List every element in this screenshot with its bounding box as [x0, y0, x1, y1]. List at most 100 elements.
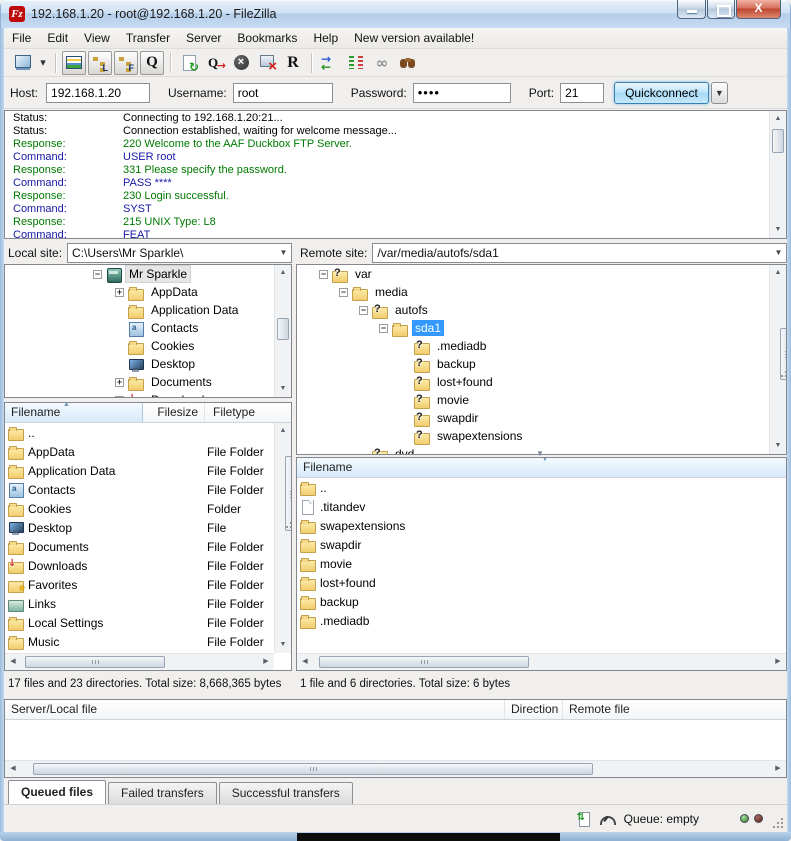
scroll-up-icon[interactable]: ▲: [275, 265, 291, 281]
menu-transfer[interactable]: Transfer: [118, 29, 178, 47]
expander-icon[interactable]: [319, 270, 328, 279]
menu-help[interactable]: Help: [305, 29, 346, 47]
tab-successful-transfers[interactable]: Successful transfers: [219, 782, 353, 804]
quickconnect-dropdown-icon[interactable]: ▼: [711, 82, 728, 104]
column-header-remote-file[interactable]: Remote file: [563, 700, 786, 719]
file-row[interactable]: Application Data File Folder: [5, 461, 274, 480]
refresh-icon[interactable]: [177, 51, 201, 75]
column-header-filename[interactable]: Filename ▼: [297, 458, 786, 477]
scroll-down-icon[interactable]: ▼: [275, 381, 291, 397]
process-queue-icon[interactable]: [203, 51, 227, 75]
expander-icon[interactable]: [359, 306, 368, 315]
local-tree-scrollbar[interactable]: ▲ ▼: [274, 265, 291, 397]
tree-item[interactable]: media: [297, 283, 786, 301]
file-row[interactable]: AppData File Folder: [5, 442, 274, 461]
toggle-message-log-icon[interactable]: [62, 51, 86, 75]
synchronized-browsing-icon[interactable]: [318, 51, 342, 75]
file-row[interactable]: movie: [297, 554, 786, 573]
remote-tree-scrollbar[interactable]: ▲ ▼: [769, 265, 786, 454]
toggle-queue-icon[interactable]: [140, 51, 164, 75]
expander-icon[interactable]: [115, 378, 124, 387]
column-header-filetype[interactable]: Filetype: [205, 403, 291, 422]
expander-icon[interactable]: [339, 288, 348, 297]
tree-item[interactable]: Downloads: [5, 391, 291, 398]
queue-hscrollbar[interactable]: ◀ ▶: [5, 760, 786, 777]
tree-item[interactable]: lost+found: [297, 373, 786, 391]
local-list-scrollbar[interactable]: ▲ ▼: [274, 423, 291, 653]
dropdown-caret-icon[interactable]: ▼: [276, 248, 291, 257]
scrollbar-thumb[interactable]: [33, 763, 593, 775]
file-row[interactable]: Documents File Folder: [5, 537, 274, 556]
menu-edit[interactable]: Edit: [39, 29, 76, 47]
scroll-right-icon[interactable]: ▶: [770, 761, 786, 777]
tree-item[interactable]: swapdir: [297, 409, 786, 427]
expander-icon[interactable]: [379, 324, 388, 333]
search-icon[interactable]: [396, 51, 420, 75]
reconnect-icon[interactable]: [281, 51, 305, 75]
menu-view[interactable]: View: [76, 29, 118, 47]
scroll-down-icon[interactable]: ▼: [770, 438, 786, 454]
scroll-up-icon[interactable]: ▲: [770, 111, 786, 127]
tree-item[interactable]: movie: [297, 391, 786, 409]
cancel-icon[interactable]: [229, 51, 253, 75]
column-header-direction[interactable]: Direction: [505, 700, 563, 719]
scroll-down-icon[interactable]: ▼: [275, 637, 291, 653]
tree-item[interactable]: AppData: [5, 283, 291, 301]
close-button[interactable]: X: [736, 0, 781, 19]
file-row[interactable]: Desktop File: [5, 518, 274, 537]
menu-new-version[interactable]: New version available!: [346, 29, 482, 47]
tree-item[interactable]: Cookies: [5, 337, 291, 355]
local-list-hscrollbar[interactable]: ◀ ▶: [5, 653, 274, 670]
scroll-up-icon[interactable]: ▲: [275, 423, 291, 439]
scrollbar-thumb[interactable]: [772, 129, 784, 153]
toggle-remote-tree-icon[interactable]: [114, 51, 138, 75]
scroll-right-icon[interactable]: ▶: [770, 654, 786, 670]
scroll-right-icon[interactable]: ▶: [258, 654, 274, 670]
file-row[interactable]: .mediadb: [297, 611, 786, 630]
file-row[interactable]: ..: [297, 478, 786, 497]
tree-item[interactable]: sda1: [297, 319, 786, 337]
scrollbar-thumb[interactable]: [285, 456, 292, 531]
scrollbar-thumb[interactable]: [25, 656, 165, 668]
menu-file[interactable]: File: [4, 29, 39, 47]
scroll-left-icon[interactable]: ◀: [5, 761, 21, 777]
file-row[interactable]: ..: [5, 423, 274, 442]
scrollbar-thumb[interactable]: [780, 328, 787, 380]
disconnect-icon[interactable]: [255, 51, 279, 75]
tree-item[interactable]: backup: [297, 355, 786, 373]
file-row[interactable]: swapdir: [297, 535, 786, 554]
tree-item[interactable]: Application Data: [5, 301, 291, 319]
remote-site-combobox[interactable]: /var/media/autofs/sda1 ▼: [372, 243, 787, 263]
file-row[interactable]: Downloads File Folder: [5, 556, 274, 575]
site-manager-icon[interactable]: [11, 51, 35, 75]
directory-comparison-icon[interactable]: [344, 51, 368, 75]
column-header-server-local-file[interactable]: Server/Local file: [5, 700, 505, 719]
quickconnect-button[interactable]: Quickconnect: [614, 82, 709, 104]
scroll-left-icon[interactable]: ◀: [297, 654, 313, 670]
scrollbar-thumb[interactable]: [277, 318, 289, 340]
file-row[interactable]: Favorites File Folder: [5, 575, 274, 594]
tree-item[interactable]: Contacts: [5, 319, 291, 337]
password-input[interactable]: [413, 83, 511, 103]
expander-icon[interactable]: [115, 396, 124, 399]
tab-queued-files[interactable]: Queued files: [8, 780, 106, 804]
username-input[interactable]: [233, 83, 333, 103]
resize-grip[interactable]: [771, 816, 785, 830]
file-row[interactable]: .titandev: [297, 497, 786, 516]
scroll-left-icon[interactable]: ◀: [5, 654, 21, 670]
expander-icon[interactable]: [93, 270, 102, 279]
toggle-local-tree-icon[interactable]: [88, 51, 112, 75]
scrollbar-thumb[interactable]: [319, 656, 529, 668]
file-row[interactable]: Contacts File Folder: [5, 480, 274, 499]
filter-icon[interactable]: [370, 51, 394, 75]
file-row[interactable]: backup: [297, 592, 786, 611]
tree-item[interactable]: .mediadb: [297, 337, 786, 355]
menu-server[interactable]: Server: [178, 29, 229, 47]
tree-item[interactable]: autofs: [297, 301, 786, 319]
maximize-button[interactable]: [707, 0, 735, 19]
transfer-type-icon[interactable]: [576, 811, 592, 827]
local-site-combobox[interactable]: C:\Users\Mr Sparkle\ ▼: [67, 243, 292, 263]
tree-item[interactable]: Desktop: [5, 355, 291, 373]
tab-failed-transfers[interactable]: Failed transfers: [108, 782, 217, 804]
file-row[interactable]: Links File Folder: [5, 594, 274, 613]
